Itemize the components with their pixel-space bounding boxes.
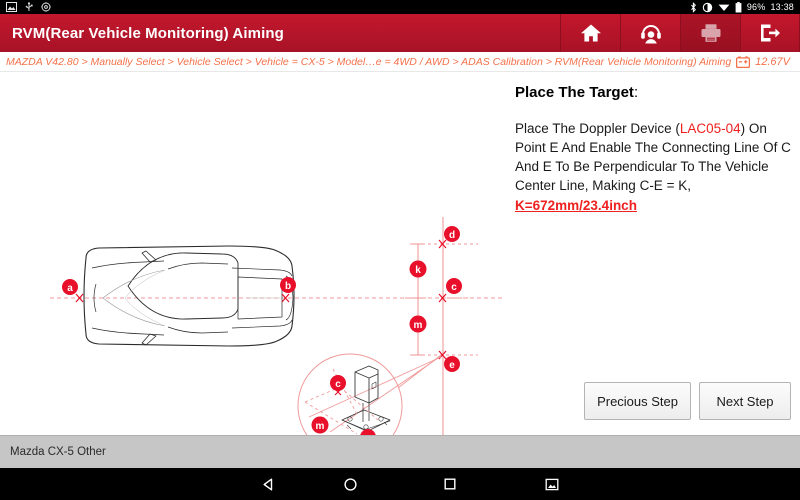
home-circle-icon	[343, 477, 357, 491]
device-code: LAC05-04	[679, 121, 741, 136]
battery-icon	[735, 1, 742, 12]
headset-icon	[640, 24, 661, 43]
screenshot-icon	[545, 478, 559, 490]
title-bar: RVM(Rear Vehicle Monitoring) Aiming	[0, 14, 800, 52]
gallery-icon	[6, 2, 17, 12]
marker-c-label: c	[451, 282, 457, 293]
home-icon	[580, 24, 601, 42]
marker-b-label: b	[285, 281, 291, 292]
marker-inset-m: m	[311, 416, 329, 434]
marker-inset-m-label: m	[316, 421, 325, 432]
vehicle-info-text: Mazda CX-5 Other	[10, 446, 106, 458]
android-nav-bar	[0, 468, 800, 500]
wifi-icon	[718, 4, 730, 11]
nav-screenshot-button[interactable]	[532, 468, 572, 500]
usb-icon	[25, 2, 33, 11]
instruction-heading-text: Place The Target	[515, 84, 634, 101]
marker-e-label: e	[449, 360, 455, 371]
app-root: 96% 13:38 RVM(Rear Vehicle Monitoring) A…	[0, 0, 800, 500]
previous-step-button[interactable]: Precious Step	[584, 382, 691, 420]
voltage-value: 12.67V	[755, 55, 790, 68]
instruction-line-a: Place The Doppler Device (	[515, 121, 680, 136]
voltage-indicator: 12.67V	[736, 56, 794, 68]
calibration-diagram: a b d k c m e c m	[0, 72, 505, 435]
back-triangle-icon	[263, 478, 272, 490]
step-button-row: Precious Step Next Step	[505, 382, 800, 420]
vehicle-info-bar: Mazda CX-5 Other	[0, 435, 800, 468]
marker-a-label: a	[67, 283, 73, 294]
next-step-button[interactable]: Next Step	[699, 382, 791, 420]
recents-square-icon	[444, 478, 456, 490]
exit-icon	[761, 24, 780, 42]
breadcrumb-path[interactable]: MAZDA V42.80 > Manually Select > Vehicle…	[6, 56, 731, 68]
main-content: a b d k c m e c m Place The Target: Plac…	[0, 72, 800, 435]
battery-percent: 96%	[746, 2, 766, 12]
settings-icon	[41, 2, 51, 12]
marker-inset-c: c	[330, 375, 346, 391]
marker-c: c	[446, 278, 462, 294]
android-status-bar: 96% 13:38	[0, 0, 800, 14]
toolbar	[560, 14, 800, 52]
breadcrumb: MAZDA V42.80 > Manually Select > Vehicle…	[0, 52, 800, 72]
instruction-heading-colon: :	[633, 84, 639, 101]
instruction-panel: Place The Target: Place The Doppler Devi…	[505, 72, 800, 435]
marker-m: m	[409, 315, 427, 333]
bluetooth-icon	[690, 1, 696, 13]
exit-button[interactable]	[740, 14, 800, 52]
car-battery-icon	[736, 55, 751, 68]
marker-inset-c-label: c	[335, 379, 341, 390]
instruction-heading: Place The Target:	[515, 84, 792, 101]
marker-b: b	[280, 277, 296, 293]
marker-d: d	[444, 226, 460, 242]
k-value: K=672mm/23.4inch	[515, 197, 637, 213]
nav-recents-button[interactable]	[430, 468, 470, 500]
brightness-icon	[702, 2, 713, 12]
printer-icon	[701, 24, 720, 42]
marker-m-label: m	[414, 320, 423, 331]
vehicle-top-view	[83, 245, 295, 347]
page-title: RVM(Rear Vehicle Monitoring) Aiming	[12, 24, 284, 42]
nav-back-button[interactable]	[248, 468, 288, 500]
marker-k: k	[409, 260, 427, 278]
diagram-svg: a b d k c m e c m	[50, 217, 505, 435]
marker-e: e	[444, 356, 460, 372]
marker-d-label: d	[449, 230, 455, 241]
home-button[interactable]	[560, 14, 620, 52]
support-button[interactable]	[620, 14, 680, 52]
marker-k-label: k	[415, 265, 421, 276]
status-bar-right-icons: 96% 13:38	[690, 1, 794, 13]
clock: 13:38	[770, 2, 794, 12]
print-button[interactable]	[680, 14, 740, 52]
nav-home-button[interactable]	[330, 468, 370, 500]
marker-a: a	[62, 279, 78, 295]
status-bar-left-icons	[6, 2, 51, 12]
instruction-body: Place The Doppler Device (LAC05-04) On P…	[515, 119, 792, 215]
inset-callout-lines	[308, 354, 442, 433]
